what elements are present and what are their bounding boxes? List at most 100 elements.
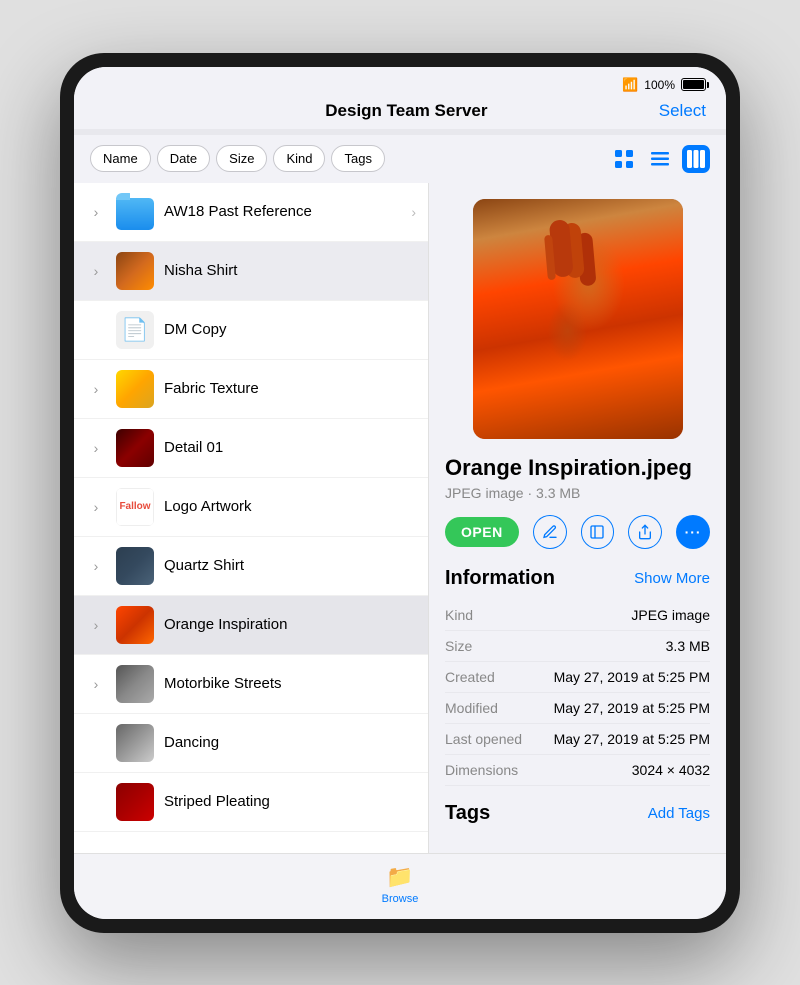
list-item[interactable]: Striped Pleating (74, 773, 428, 832)
info-value-last-opened: May 27, 2019 at 5:25 PM (554, 731, 710, 747)
chevron-left-icon: › (86, 440, 106, 456)
column-view-icon[interactable] (682, 145, 710, 173)
file-thumbnail: 📄 (116, 311, 154, 349)
share-icon-button[interactable] (628, 515, 662, 549)
battery-percent: 100% (644, 78, 675, 92)
info-label-created: Created (445, 669, 495, 685)
info-section: Information Show More Kind JPEG image Si… (445, 567, 710, 786)
preview-image (473, 199, 683, 439)
sort-date[interactable]: Date (157, 145, 210, 172)
chevron-left-icon: › (86, 204, 106, 220)
info-row-created: Created May 27, 2019 at 5:25 PM (445, 662, 710, 693)
list-item[interactable]: 📄 DM Copy (74, 301, 428, 360)
list-item[interactable]: Dancing (74, 714, 428, 773)
more-options-button[interactable]: ··· (676, 515, 710, 549)
file-thumbnail (116, 370, 154, 408)
chevron-left-icon: › (86, 263, 106, 279)
battery-icon (681, 78, 706, 91)
file-thumbnail (116, 783, 154, 821)
detail-filename: Orange Inspiration.jpeg (445, 455, 710, 481)
status-bar: 📶 100% (74, 67, 726, 97)
device-frame: 📶 100% Design Team Server Select Name Da… (60, 53, 740, 933)
sort-kind[interactable]: Kind (273, 145, 325, 172)
grid-view-icon[interactable] (610, 145, 638, 173)
open-button[interactable]: OPEN (445, 517, 519, 547)
add-tags-button[interactable]: Add Tags (648, 805, 710, 822)
list-item[interactable]: › Quartz Shirt (74, 537, 428, 596)
file-thumbnail (116, 429, 154, 467)
list-view-icon[interactable] (646, 145, 674, 173)
file-thumbnail (116, 665, 154, 703)
sort-size[interactable]: Size (216, 145, 267, 172)
file-name: Detail 01 (164, 439, 416, 456)
chevron-right-icon: › (411, 204, 416, 220)
list-item[interactable]: › Fabric Texture (74, 360, 428, 419)
show-more-button[interactable]: Show More (634, 570, 710, 587)
info-value-kind: JPEG image (631, 607, 710, 623)
sort-tags[interactable]: Tags (331, 145, 384, 172)
file-list: › AW18 Past Reference › › Nisha Shirt (74, 183, 429, 853)
file-name: Dancing (164, 734, 416, 751)
info-header: Information Show More (445, 567, 710, 590)
info-value-created: May 27, 2019 at 5:25 PM (554, 669, 710, 685)
chevron-left-icon: › (86, 676, 106, 692)
chevron-left-icon: › (86, 381, 106, 397)
browse-tab[interactable]: 📁 Browse (382, 864, 419, 905)
list-item[interactable]: › Fallow Logo Artwork (74, 478, 428, 537)
file-name: Quartz Shirt (164, 557, 416, 574)
info-label-last-opened: Last opened (445, 731, 522, 747)
sort-bar: Name Date Size Kind Tags (74, 135, 726, 183)
file-thumbnail (116, 606, 154, 644)
markup-icon-button[interactable] (533, 515, 567, 549)
info-value-size: 3.3 MB (666, 638, 710, 654)
info-label-dimensions: Dimensions (445, 762, 518, 778)
info-row-modified: Modified May 27, 2019 at 5:25 PM (445, 693, 710, 724)
tags-title: Tags (445, 802, 490, 825)
sort-name[interactable]: Name (90, 145, 151, 172)
list-item[interactable]: › AW18 Past Reference › (74, 183, 428, 242)
list-item[interactable]: › Motorbike Streets (74, 655, 428, 714)
view-controls (610, 145, 710, 173)
detail-panel: Orange Inspiration.jpeg JPEG image · 3.3… (429, 183, 726, 853)
action-bar: OPEN (445, 515, 710, 549)
list-item[interactable]: › Detail 01 (74, 419, 428, 478)
info-row-size: Size 3.3 MB (445, 631, 710, 662)
info-label-modified: Modified (445, 700, 498, 716)
file-name: Orange Inspiration (164, 616, 416, 633)
file-thumbnail (116, 547, 154, 585)
info-row-kind: Kind JPEG image (445, 600, 710, 631)
chevron-left-icon: › (86, 499, 106, 515)
file-name: Nisha Shirt (164, 262, 416, 279)
file-thumbnail (116, 193, 154, 231)
device-screen: 📶 100% Design Team Server Select Name Da… (74, 67, 726, 919)
tags-section: Tags Add Tags (445, 802, 710, 825)
select-button[interactable]: Select (659, 101, 706, 121)
info-label-kind: Kind (445, 607, 473, 623)
browse-label: Browse (382, 893, 419, 905)
list-item[interactable]: › Nisha Shirt (74, 242, 428, 301)
chevron-left-icon: › (86, 558, 106, 574)
window-icon-button[interactable] (581, 515, 615, 549)
nav-title: Design Team Server (325, 101, 487, 121)
browse-icon: 📁 (386, 864, 413, 890)
file-name: Fabric Texture (164, 380, 416, 397)
info-value-modified: May 27, 2019 at 5:25 PM (554, 700, 710, 716)
main-content: › AW18 Past Reference › › Nisha Shirt (74, 183, 726, 853)
file-name: Striped Pleating (164, 793, 416, 810)
sort-pills: Name Date Size Kind Tags (90, 145, 385, 172)
info-label-size: Size (445, 638, 472, 654)
info-title: Information (445, 567, 555, 590)
nav-bar: Design Team Server Select (74, 97, 726, 129)
chevron-left-icon: › (86, 617, 106, 633)
file-name: DM Copy (164, 321, 416, 338)
info-row-last-opened: Last opened May 27, 2019 at 5:25 PM (445, 724, 710, 755)
detail-subtitle: JPEG image · 3.3 MB (445, 485, 710, 501)
image-content (473, 199, 683, 439)
file-name: Logo Artwork (164, 498, 416, 515)
info-row-dimensions: Dimensions 3024 × 4032 (445, 755, 710, 786)
file-name: Motorbike Streets (164, 675, 416, 692)
list-item[interactable]: › Orange Inspiration (74, 596, 428, 655)
info-value-dimensions: 3024 × 4032 (632, 762, 710, 778)
file-thumbnail (116, 724, 154, 762)
file-thumbnail (116, 252, 154, 290)
